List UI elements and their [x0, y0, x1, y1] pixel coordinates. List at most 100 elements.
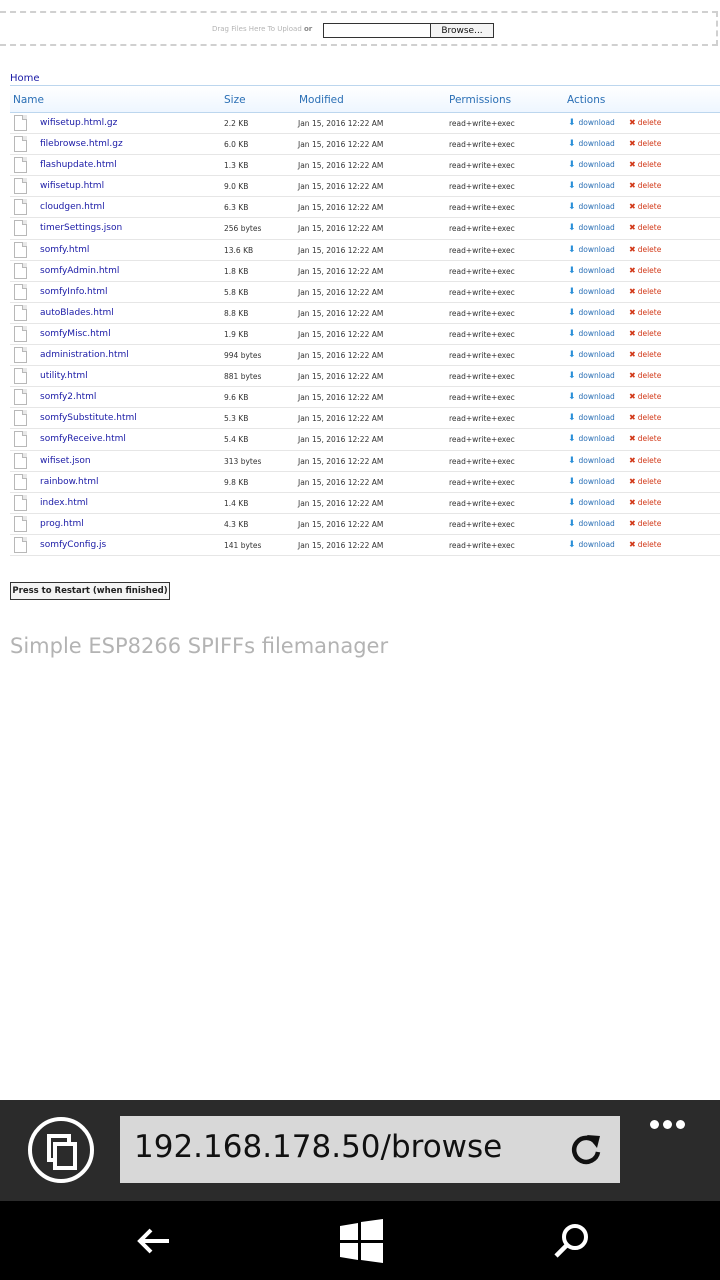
file-permissions: read+write+exec	[449, 414, 515, 424]
delete-link[interactable]: ✖ delete	[629, 350, 661, 359]
delete-link[interactable]: ✖ delete	[629, 477, 661, 486]
delete-link[interactable]: ✖ delete	[629, 392, 661, 401]
file-name-link[interactable]: somfyMisc.html	[40, 329, 111, 339]
download-link[interactable]: ⬇ download	[568, 223, 615, 233]
upload-dropzone[interactable]: Drag Files Here To Upload or Browse...	[0, 11, 718, 46]
download-link[interactable]: ⬇ download	[568, 287, 615, 297]
download-link[interactable]: ⬇ download	[568, 477, 615, 487]
delete-link[interactable]: ✖ delete	[629, 202, 661, 211]
delete-link[interactable]: ✖ delete	[629, 287, 661, 296]
col-modified[interactable]: Modified	[299, 94, 344, 106]
download-link[interactable]: ⬇ download	[568, 160, 615, 170]
restart-button[interactable]: Press to Restart (when finished)	[10, 582, 170, 600]
browse-button[interactable]: Browse...	[430, 23, 494, 38]
download-link[interactable]: ⬇ download	[568, 181, 615, 191]
download-link[interactable]: ⬇ download	[568, 519, 615, 529]
file-name-link[interactable]: index.html	[40, 498, 88, 508]
download-link[interactable]: ⬇ download	[568, 245, 615, 255]
file-name-link[interactable]: rainbow.html	[40, 477, 99, 487]
file-modified: Jan 15, 2016 12:22 AM	[298, 182, 384, 192]
delete-link[interactable]: ✖ delete	[629, 118, 661, 127]
delete-link[interactable]: ✖ delete	[629, 308, 661, 317]
file-name-link[interactable]: flashupdate.html	[40, 160, 117, 170]
address-field[interactable]: 192.168.178.50/browse	[120, 1116, 620, 1183]
download-link[interactable]: ⬇ download	[568, 540, 615, 550]
table-row: somfyAdmin.html 1.8 KB Jan 15, 2016 12:22 …	[10, 261, 720, 282]
search-icon[interactable]	[547, 1217, 595, 1265]
delete-link[interactable]: ✖ delete	[629, 371, 661, 380]
delete-link[interactable]: ✖ delete	[629, 329, 661, 338]
windows-logo-icon[interactable]	[337, 1217, 385, 1265]
delete-link[interactable]: ✖ delete	[629, 519, 661, 528]
file-name-link[interactable]: somfy2.html	[40, 392, 96, 402]
download-link[interactable]: ⬇ download	[568, 139, 615, 149]
download-link[interactable]: ⬇ download	[568, 118, 615, 128]
tabs-icon[interactable]	[28, 1117, 94, 1183]
delete-x-icon: ✖	[629, 392, 636, 402]
download-link[interactable]: ⬇ download	[568, 329, 615, 339]
file-permissions: read+write+exec	[449, 308, 515, 318]
file-modified: Jan 15, 2016 12:22 AM	[298, 393, 384, 403]
file-name-link[interactable]: somfyInfo.html	[40, 287, 108, 297]
download-label: download	[578, 286, 615, 296]
delete-link[interactable]: ✖ delete	[629, 223, 661, 232]
file-name-link[interactable]: autoBlades.html	[40, 308, 114, 318]
download-arrow-icon: ⬇	[568, 286, 576, 297]
download-arrow-icon: ⬇	[568, 434, 576, 445]
download-link[interactable]: ⬇ download	[568, 392, 615, 402]
download-link[interactable]: ⬇ download	[568, 413, 615, 423]
file-name-link[interactable]: timerSettings.json	[40, 223, 122, 233]
download-link[interactable]: ⬇ download	[568, 498, 615, 508]
file-name-link[interactable]: prog.html	[40, 519, 84, 529]
breadcrumb-home[interactable]: Home	[10, 73, 40, 84]
download-label: download	[578, 371, 615, 381]
col-name[interactable]: Name	[13, 94, 44, 106]
file-name-link[interactable]: somfy.html	[40, 245, 89, 255]
delete-link[interactable]: ✖ delete	[629, 498, 661, 507]
download-arrow-icon: ⬇	[568, 181, 576, 192]
delete-link[interactable]: ✖ delete	[629, 160, 661, 169]
file-name-link[interactable]: somfySubstitute.html	[40, 413, 137, 423]
download-link[interactable]: ⬇ download	[568, 202, 615, 212]
delete-link[interactable]: ✖ delete	[629, 266, 661, 275]
download-link[interactable]: ⬇ download	[568, 371, 615, 381]
refresh-icon[interactable]	[566, 1130, 606, 1170]
delete-link[interactable]: ✖ delete	[629, 456, 661, 465]
more-dots-icon[interactable]	[650, 1114, 690, 1129]
file-name-link[interactable]: utility.html	[40, 371, 88, 381]
download-link[interactable]: ⬇ download	[568, 266, 615, 276]
delete-link[interactable]: ✖ delete	[629, 540, 661, 549]
file-name-link[interactable]: somfyReceive.html	[40, 434, 126, 444]
delete-link[interactable]: ✖ delete	[629, 139, 661, 148]
delete-x-icon: ✖	[629, 139, 636, 149]
delete-label: delete	[637, 328, 662, 338]
file-name-link[interactable]: cloudgen.html	[40, 202, 105, 212]
download-link[interactable]: ⬇ download	[568, 308, 615, 318]
file-name-link[interactable]: wifisetup.html	[40, 181, 104, 191]
file-name-link[interactable]: somfyConfig.js	[40, 540, 106, 550]
file-name-link[interactable]: wifiset.json	[40, 456, 91, 466]
file-size: 1.4 KB	[224, 498, 249, 508]
file-name-link[interactable]: filebrowse.html.gz	[40, 139, 123, 149]
file-path-field[interactable]	[323, 23, 431, 38]
delete-link[interactable]: ✖ delete	[629, 413, 661, 422]
file-permissions: read+write+exec	[449, 224, 515, 234]
download-arrow-icon: ⬇	[568, 413, 576, 424]
download-link[interactable]: ⬇ download	[568, 456, 615, 466]
file-name-link[interactable]: somfyAdmin.html	[40, 266, 119, 276]
col-permissions[interactable]: Permissions	[449, 94, 511, 106]
file-name-link[interactable]: wifisetup.html.gz	[40, 118, 117, 128]
delete-link[interactable]: ✖ delete	[629, 245, 661, 254]
download-link[interactable]: ⬇ download	[568, 350, 615, 360]
delete-x-icon: ✖	[629, 223, 636, 233]
delete-link[interactable]: ✖ delete	[629, 434, 661, 443]
back-arrow-icon[interactable]	[129, 1217, 177, 1265]
delete-label: delete	[637, 497, 662, 507]
delete-link[interactable]: ✖ delete	[629, 181, 661, 190]
document-icon	[14, 515, 27, 532]
delete-label: delete	[637, 539, 662, 549]
download-link[interactable]: ⬇ download	[568, 434, 615, 444]
file-name-link[interactable]: administration.html	[40, 350, 129, 360]
col-size[interactable]: Size	[224, 94, 246, 106]
download-label: download	[578, 392, 615, 402]
